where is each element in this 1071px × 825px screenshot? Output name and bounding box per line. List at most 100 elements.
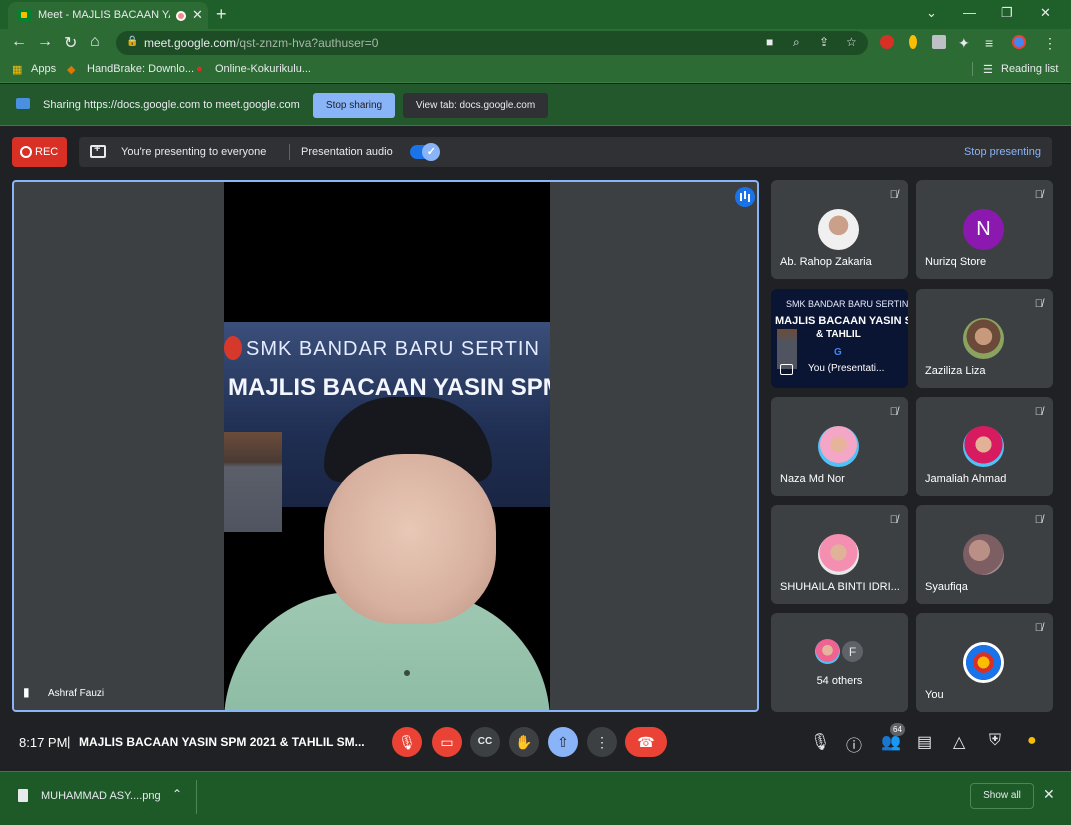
screen-share-icon [16,98,30,109]
download-file-name[interactable]: MUHAMMAD ASY....png [41,790,161,802]
participant-tile[interactable]: 🎙̸ N Nurizq Store [916,180,1053,279]
browser-menu-icon[interactable]: ⋮ [1043,35,1057,52]
tab-title: Meet - MAJLIS BACAAN YASIN [38,9,170,21]
activities-icon[interactable]: △ [953,732,965,752]
avatar [818,534,859,575]
reading-list-icon: ☰ [983,64,993,76]
forward-icon[interactable]: → [37,33,53,51]
sharing-status-text: Sharing https://docs.google.com to meet.… [43,99,300,111]
host-controls-shield-icon[interactable]: ⛨ [989,732,1001,750]
leave-call-button[interactable]: ☎ [625,727,667,757]
file-icon [18,789,28,802]
mic-off-icon: 🎙̸ [1034,514,1043,526]
meeting-details-icon[interactable]: ⓘ [846,732,862,756]
participant-name: Jamaliah Ahmad [925,473,1007,485]
avatar [818,209,859,250]
rec-button[interactable]: REC [12,137,67,167]
speaker-face [324,454,496,624]
others-tile[interactable]: F 54 others [771,613,908,712]
window-close-icon[interactable]: ✕ [1040,5,1051,21]
participant-tile[interactable]: 🎙̸ Ab. Rahop Zakaria [771,180,908,279]
extension-bulb-icon[interactable] [909,35,917,49]
present-now-button[interactable]: ⇧ [548,727,578,757]
banner-person-photo [224,432,282,532]
bookmark-star-icon[interactable]: ☆ [846,35,857,49]
apps-grid-icon: ▦ [12,64,23,76]
people-count-badge: 64 [890,723,905,736]
view-tab-button[interactable]: View tab: docs.google.com [403,93,548,118]
bookmark-handbrake[interactable]: HandBrake: Downlo... [87,63,194,75]
stop-presenting-button[interactable]: Stop presenting [964,146,1041,158]
mic-off-icon: 🎙̸ [1034,189,1043,201]
participant-tile[interactable]: 🎙̸ Jamaliah Ahmad [916,397,1053,496]
tab-search-icon[interactable]: ⌄ [926,5,937,21]
presentation-tile[interactable]: SMK BANDAR BARU SERTING MAJLIS BACAAN YA… [771,289,908,388]
participant-tile[interactable]: 🎙̸ SHUHAILA BINTI IDRI... [771,505,908,604]
show-all-button[interactable]: Show all [970,783,1034,809]
media-queue-icon[interactable]: ≡ [985,35,993,51]
mic-toggle-button[interactable]: 🎙 [392,727,422,757]
home-icon[interactable]: ⌂ [90,33,100,51]
extensions-puzzle-icon[interactable]: ✦ [958,35,970,52]
bookmark-apps[interactable]: Apps [31,63,56,75]
restore-icon[interactable]: ❐ [1001,5,1013,21]
browser-tab[interactable]: Meet - MAJLIS BACAAN YASIN ✕ [8,2,208,29]
separator: | [67,734,71,749]
tab-strip: Meet - MAJLIS BACAAN YASIN ✕ + ⌄ — ❐ ✕ [0,0,1071,29]
mic-off-icon: 🎙̸ [889,189,898,201]
divider [289,144,290,160]
extension-red-icon[interactable] [880,35,894,49]
chat-icon[interactable]: ▤ [917,732,932,752]
address-bar[interactable]: 🔒 meet.google.com/qst-znzm-hva?authuser=… [116,31,868,55]
host-controls-mic-icon[interactable]: 🎙 [810,732,830,752]
bookmark-kokurikulum[interactable]: Online-Kokurikulu... [215,63,311,75]
main-stage[interactable]: SMK BANDAR BARU SERTIN MAJLIS BACAAN YAS… [12,180,759,712]
shirt-button [404,670,410,676]
participant-tile[interactable]: 🎙̸ Syaufiqa [916,505,1053,604]
raise-hand-button[interactable]: ✋ [509,727,539,757]
bulb-extension-icon[interactable]: ● [1027,732,1037,750]
pin-icon[interactable]: ▮ [23,685,30,699]
self-tile[interactable]: 🎙̸ You [916,613,1053,712]
chevron-up-icon[interactable]: ⌃ [172,787,182,801]
new-tab-button[interactable]: + [216,4,227,25]
divider [196,780,197,814]
participant-name: SHUHAILA BINTI IDRI... [780,581,900,593]
stop-sharing-button[interactable]: Stop sharing [313,93,395,118]
presentation-audio-toggle[interactable] [410,143,440,161]
tab-sharing-bar: Sharing https://docs.google.com to meet.… [0,84,1071,126]
banner-line-1: SMK BANDAR BARU SERTIN [246,338,540,360]
camera-icon[interactable]: ■ [766,35,773,49]
meeting-controls-bar: 8:17 PM | MAJLIS BACAAN YASIN SPM 2021 &… [0,715,1071,771]
presentation-audio-label: Presentation audio [301,146,393,158]
participant-tile[interactable]: 🎙̸ Naza Md Nor [771,397,908,496]
presenting-status: You're presenting to everyone [121,146,267,158]
extension-tab-icon[interactable] [932,35,946,49]
camera-toggle-button[interactable]: ▭ [432,727,462,757]
captions-button[interactable]: CC [470,727,500,757]
school-logo-avatar [963,642,1004,683]
browser-toolbar: ← → ↻ ⌂ 🔒 meet.google.com/qst-znzm-hva?a… [0,29,1071,57]
tab-close-icon[interactable]: ✕ [192,7,203,23]
mic-off-icon: 🎙̸ [1034,406,1043,418]
avatar-letter: F [840,639,865,664]
school-logo-icon [224,336,242,360]
share-icon[interactable]: ⇪ [819,35,829,49]
lock-icon: 🔒 [126,36,139,47]
participant-tile[interactable]: 🎙̸ Zaziliza Liza [916,289,1053,388]
google-logo-icon: G [834,347,842,358]
reload-icon[interactable]: ↻ [64,33,77,53]
more-options-button[interactable]: ⋮ [587,727,617,757]
presentation-person [777,329,797,369]
presentation-label: You (Presentati... [808,363,885,374]
reading-list[interactable]: Reading list [1001,63,1058,75]
presentation-subtitle: & TAHLIL [816,329,861,340]
zoom-icon[interactable]: ⌕ [793,35,800,50]
mic-off-icon: 🎙̸ [889,514,898,526]
speaking-indicator-icon [735,187,755,207]
avatar: N [963,209,1004,250]
back-icon[interactable]: ← [11,33,27,51]
profile-avatar[interactable] [1012,35,1026,49]
minimize-icon[interactable]: — [963,5,976,20]
close-icon[interactable]: ✕ [1043,786,1055,803]
